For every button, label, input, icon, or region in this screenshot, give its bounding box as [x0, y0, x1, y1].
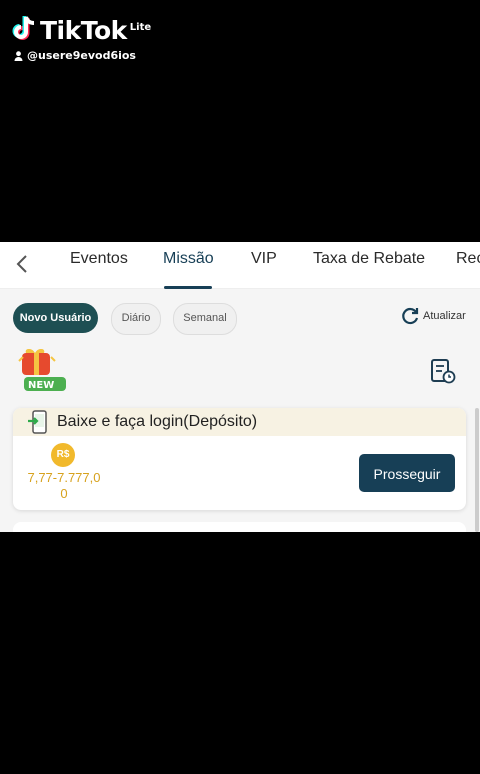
- back-button[interactable]: [8, 248, 36, 280]
- tiktok-watermark: TikTok Lite @usere9evod6ios: [12, 14, 151, 62]
- tab-bar: Eventos Missão VIP Taxa de Rebate Rec: [0, 242, 480, 289]
- coin-icon: R$: [51, 443, 75, 467]
- active-tab-indicator: [164, 286, 212, 289]
- tiktok-brand: TikTok: [40, 16, 127, 45]
- tab-rec[interactable]: Rec: [456, 242, 480, 288]
- chevron-left-icon: [16, 255, 27, 273]
- tab-taxa-de-rebate[interactable]: Taxa de Rebate: [313, 242, 425, 288]
- tiktok-lite-label: Lite: [129, 22, 152, 33]
- filter-diario[interactable]: Diário: [111, 303, 161, 335]
- task-title: Baixe e faça login(Depósito): [57, 413, 258, 430]
- refresh-label: Atualizar: [423, 310, 466, 322]
- user-icon: [14, 50, 23, 61]
- new-gift-icon: NEW: [18, 349, 66, 391]
- refresh-icon: [402, 307, 419, 325]
- refresh-button[interactable]: Atualizar: [400, 306, 466, 326]
- watermark-username: @usere9evod6ios: [27, 49, 136, 62]
- phone-download-icon: [28, 410, 47, 434]
- watermark-user: @usere9evod6ios: [14, 49, 151, 62]
- app-screen: Eventos Missão VIP Taxa de Rebate Rec No…: [0, 242, 480, 532]
- filter-novo-usuario[interactable]: Novo Usuário: [13, 303, 98, 333]
- history-log-icon[interactable]: [430, 358, 456, 384]
- task-header: Baixe e faça login(Depósito): [13, 408, 466, 436]
- tiktok-logo-icon: [12, 16, 35, 40]
- task-reward: 7,77-7.777,00: [27, 470, 101, 501]
- tab-eventos[interactable]: Eventos: [70, 242, 128, 288]
- task-card: Baixe e faça login(Depósito) R$ 7,77-7.7…: [13, 408, 466, 510]
- filter-semanal[interactable]: Semanal: [173, 303, 237, 335]
- next-task-card: [13, 522, 466, 532]
- tab-missao[interactable]: Missão: [163, 242, 214, 288]
- new-badge-label: NEW: [28, 380, 54, 391]
- tab-vip[interactable]: VIP: [251, 242, 277, 288]
- scrollbar[interactable]: [475, 408, 479, 532]
- proceed-button[interactable]: Prosseguir: [359, 454, 455, 492]
